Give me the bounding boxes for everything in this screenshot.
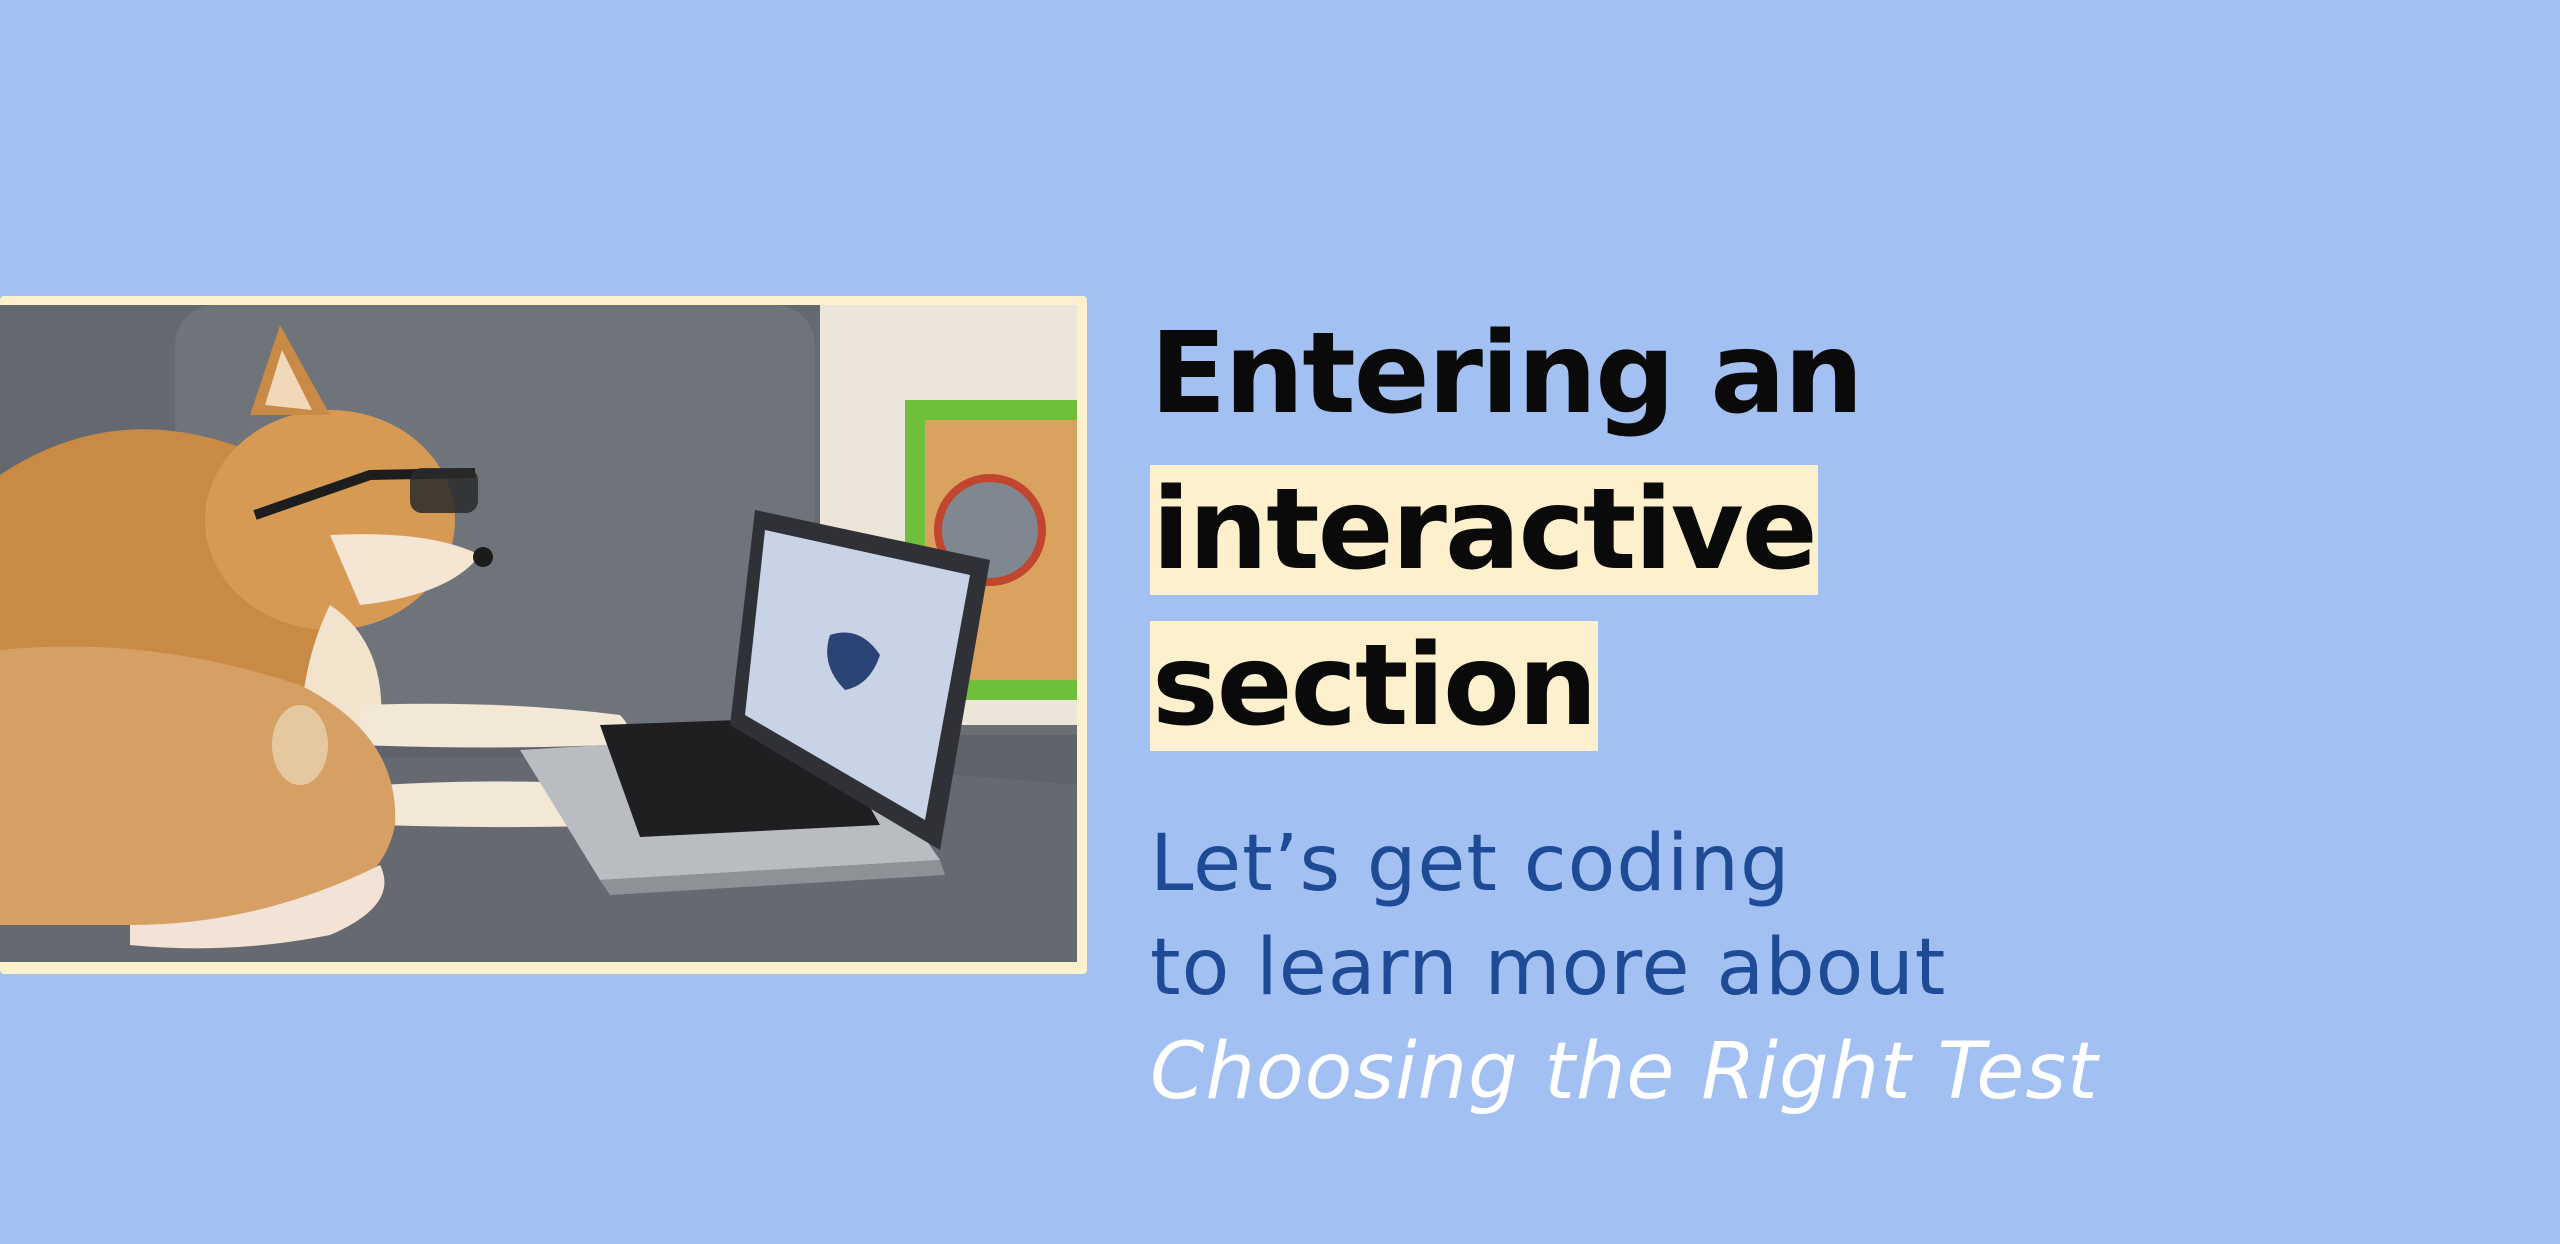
section-subtitle: Let’s get coding to learn more about Cho… <box>1150 812 2530 1124</box>
heading-part1: Entering an <box>1150 309 1864 439</box>
section-heading: Entering an interactive section <box>1150 296 2530 764</box>
subtitle-line2: to learn more about <box>1150 923 1947 1013</box>
illustration-frame <box>0 296 1087 974</box>
heading-highlight-section: section <box>1150 621 1598 751</box>
dog-at-laptop-illustration <box>0 305 1077 962</box>
slide: Entering an interactive section Let’s ge… <box>0 0 2560 1244</box>
text-block: Entering an interactive section Let’s ge… <box>1150 296 2530 1124</box>
heading-highlight-interactive: interactive <box>1150 465 1818 595</box>
subtitle-topic: Choosing the Right Test <box>1150 1027 2099 1117</box>
subtitle-line1: Let’s get coding <box>1150 819 1791 909</box>
